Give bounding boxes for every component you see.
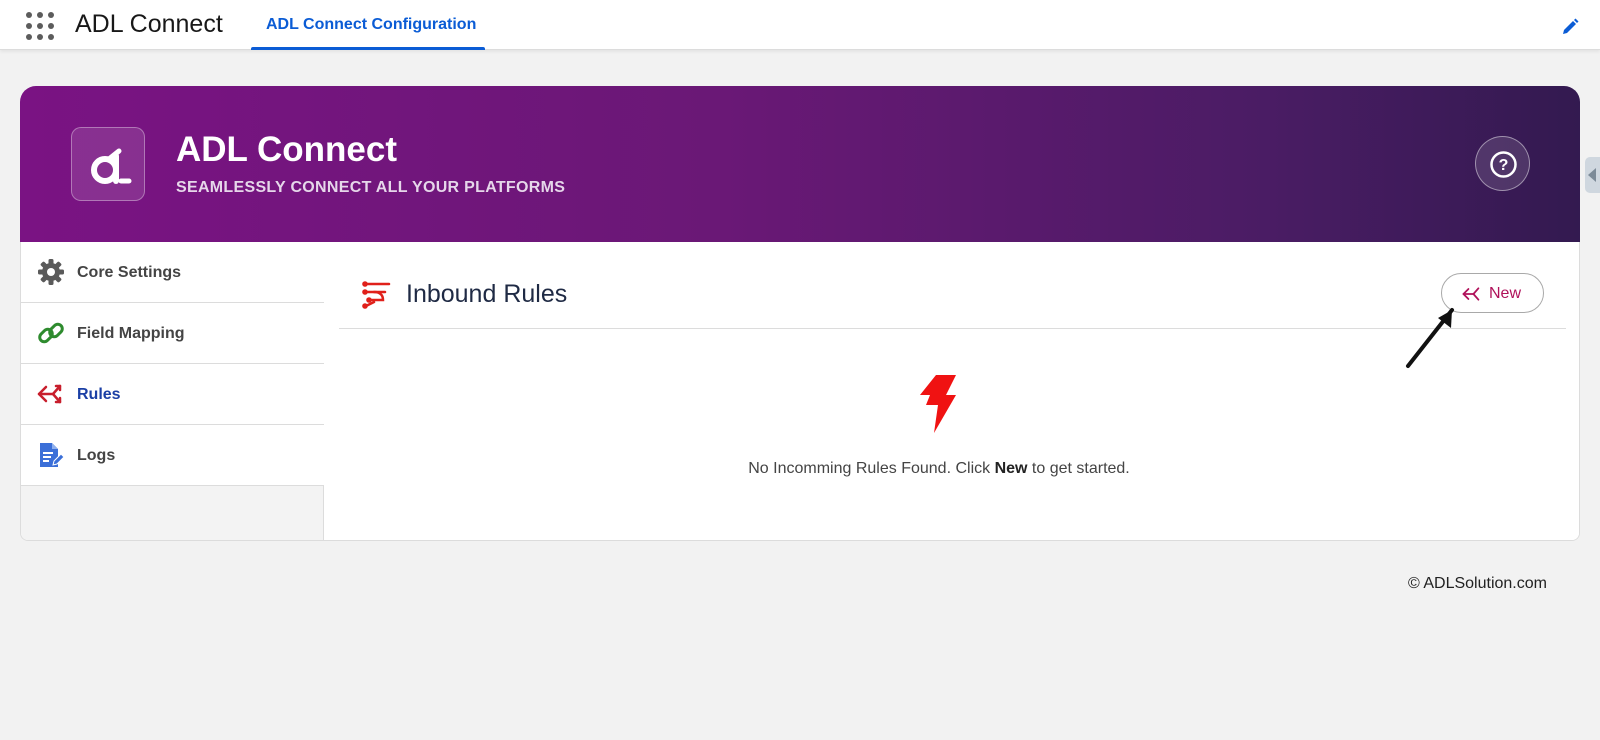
help-icon: ? xyxy=(1490,151,1517,178)
sidebar-item-label: Logs xyxy=(77,447,116,464)
top-nav-bar: ADL Connect ADL Connect Configuration xyxy=(0,0,1600,50)
inbound-rules-panel: Inbound Rules New No Incomming Rules Fou… xyxy=(324,242,1579,540)
side-panel-toggle[interactable] xyxy=(1585,157,1600,193)
footer-copyright: © ADLSolution.com xyxy=(1408,575,1547,592)
panel-divider xyxy=(339,328,1566,329)
link-icon xyxy=(37,319,65,347)
rules-icon xyxy=(37,380,65,408)
empty-message-new: New xyxy=(994,460,1028,477)
app-launcher-icon[interactable] xyxy=(26,12,54,40)
sidebar-item-logs[interactable]: Logs xyxy=(21,425,324,486)
inbound-rules-icon xyxy=(361,278,393,310)
help-button[interactable]: ? xyxy=(1475,136,1530,191)
empty-message-prefix: No Incomming Rules Found. Click xyxy=(748,460,995,477)
svg-text:?: ? xyxy=(1499,157,1509,174)
sidebar-item-field-mapping[interactable]: Field Mapping xyxy=(21,303,324,364)
pointer-arrow-annotation xyxy=(1406,308,1454,368)
sidebar-item-core-settings[interactable]: Core Settings xyxy=(21,242,324,303)
banner-title: ADL Connect xyxy=(176,130,398,169)
main-card: Core Settings Field Mapping Rules Logs I… xyxy=(20,242,1580,541)
sidebar-item-label: Field Mapping xyxy=(77,325,185,342)
empty-message-suffix: to get started. xyxy=(1027,460,1130,477)
header-banner: ADL Connect SEAMLESSLY CONNECT ALL YOUR … xyxy=(20,86,1580,242)
settings-sidebar: Core Settings Field Mapping Rules Logs xyxy=(21,242,324,540)
gear-icon xyxy=(37,258,65,286)
active-tab-indicator xyxy=(251,47,485,50)
app-name: ADL Connect xyxy=(75,10,223,38)
document-icon xyxy=(37,441,65,469)
sidebar-item-label: Core Settings xyxy=(77,264,182,281)
new-button-label: New xyxy=(1489,285,1522,302)
edit-pencil-icon[interactable] xyxy=(1560,17,1580,37)
banner-subtitle: SEAMLESSLY CONNECT ALL YOUR PLATFORMS xyxy=(176,179,566,196)
sidebar-item-rules[interactable]: Rules xyxy=(21,364,324,425)
lightning-bolt-icon xyxy=(916,375,958,433)
empty-state-message: No Incomming Rules Found. Click New to g… xyxy=(324,460,1554,478)
adl-logo xyxy=(71,127,145,201)
panel-title: Inbound Rules xyxy=(406,280,568,308)
tab-label: ADL Connect Configuration xyxy=(266,16,477,33)
tab-adl-connect-configuration[interactable]: ADL Connect Configuration xyxy=(251,0,485,50)
sidebar-item-label: Rules xyxy=(77,386,121,403)
